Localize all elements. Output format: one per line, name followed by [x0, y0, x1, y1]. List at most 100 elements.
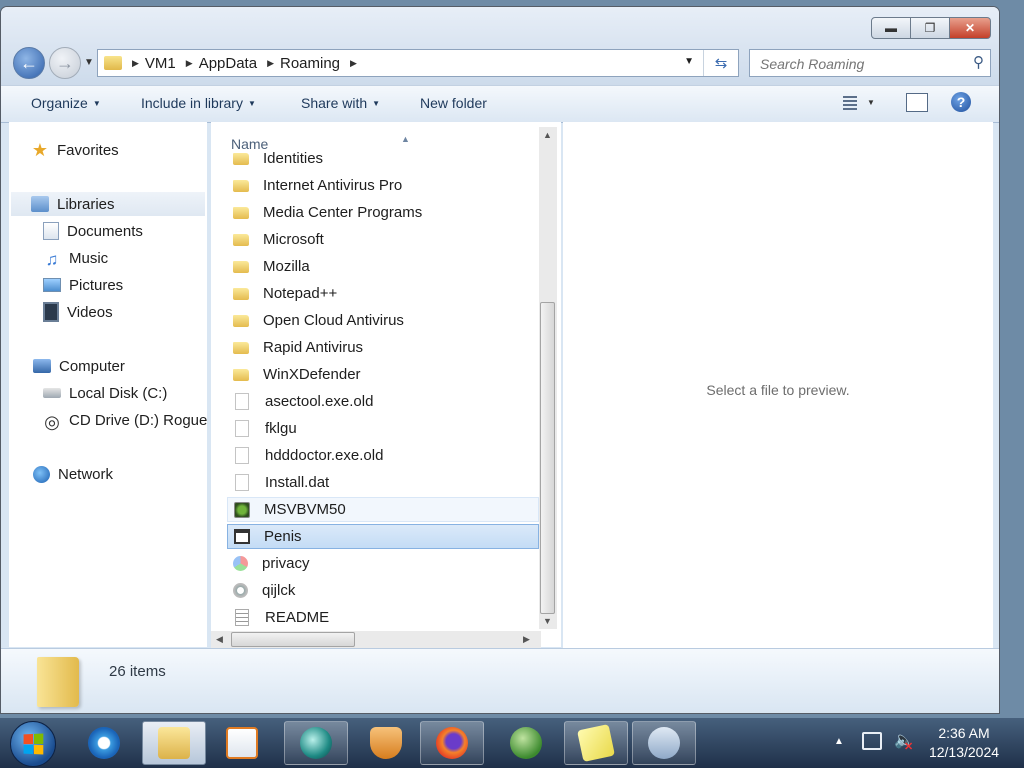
- back-button[interactable]: ←: [13, 47, 45, 79]
- search-box[interactable]: ⚲: [749, 49, 991, 77]
- scroll-left-icon[interactable]: ◀: [216, 634, 223, 645]
- file-row[interactable]: Notepad++: [227, 281, 539, 306]
- scroll-down-icon[interactable]: ▼: [543, 616, 552, 626]
- folder-icon: [233, 233, 249, 246]
- nav-music[interactable]: ♫ Music: [43, 246, 109, 270]
- dropdown-arrow-icon: ▼: [92, 99, 101, 108]
- breadcrumb-chevron-icon[interactable]: ▶: [132, 58, 139, 69]
- file-row[interactable]: Internet Antivirus Pro: [227, 173, 539, 198]
- start-button[interactable]: [10, 721, 56, 767]
- search-icon[interactable]: ⚲: [973, 53, 984, 71]
- nav-favorites[interactable]: ★ Favorites: [31, 138, 119, 162]
- show-hidden-icons-icon[interactable]: ▲: [834, 736, 844, 747]
- taskbar-sticky-notes[interactable]: [564, 721, 628, 765]
- windows-explorer-icon: [158, 727, 190, 759]
- file-row[interactable]: fklgu: [227, 416, 539, 441]
- sticky-notes-icon: [577, 724, 615, 762]
- installer-icon: [648, 727, 680, 759]
- change-view-icon[interactable]: [837, 94, 857, 112]
- vertical-scrollbar[interactable]: ▲ ▼: [539, 127, 557, 629]
- taskbar-installer[interactable]: [632, 721, 696, 765]
- close-button[interactable]: ✕: [950, 17, 991, 39]
- taskbar-windows-app[interactable]: [494, 721, 558, 765]
- command-bar: Organize ▼ Include in library ▼ Share with…: [1, 85, 999, 123]
- preview-pane-icon[interactable]: [906, 93, 928, 112]
- breadcrumb-roaming[interactable]: Roaming: [280, 55, 340, 72]
- clock[interactable]: 2:36 AM 12/13/2024: [924, 724, 1004, 762]
- file-row[interactable]: Media Center Programs: [227, 200, 539, 225]
- muted-x-icon: ✕: [904, 741, 914, 753]
- file-row[interactable]: Open Cloud Antivirus: [227, 308, 539, 333]
- file-name: MSVBVM50: [264, 501, 346, 518]
- file-row[interactable]: qijlck: [227, 578, 539, 603]
- minimize-button[interactable]: ▬: [871, 17, 911, 39]
- music-icon: ♫: [45, 250, 59, 269]
- folder-icon: [233, 341, 249, 354]
- nav-cd-drive[interactable]: ◎ CD Drive (D:) Rogue: [43, 408, 208, 433]
- taskbar-chat-app[interactable]: [284, 721, 348, 765]
- breadcrumb-chevron-icon[interactable]: ▶: [267, 58, 274, 69]
- nav-documents[interactable]: Documents: [43, 219, 143, 243]
- file-row[interactable]: Rapid Antivirus: [227, 335, 539, 360]
- new-folder-button[interactable]: New folder: [420, 95, 487, 111]
- file-row[interactable]: asectool.exe.old: [227, 389, 539, 414]
- taskbar-internet-explorer[interactable]: [72, 721, 136, 765]
- dropdown-arrow-icon: ▼: [247, 99, 256, 108]
- file-row[interactable]: Microsoft: [227, 227, 539, 252]
- include-in-library-button[interactable]: Include in library ▼: [141, 95, 256, 111]
- address-dropdown-icon[interactable]: ▼: [684, 56, 694, 67]
- file-row[interactable]: privacy: [227, 551, 539, 576]
- close-icon: ✕: [964, 21, 976, 35]
- refresh-button[interactable]: ⇆: [703, 50, 738, 76]
- nav-computer[interactable]: Computer: [33, 354, 125, 378]
- nav-network[interactable]: Network: [33, 462, 113, 486]
- vertical-scroll-thumb[interactable]: [540, 302, 555, 614]
- taskbar-windows-explorer[interactable]: [142, 721, 206, 765]
- internet-explorer-icon: [88, 727, 120, 759]
- search-input[interactable]: [758, 52, 962, 76]
- address-bar[interactable]: ▶ VM1 ▶ AppData ▶ Roaming ▶ ▼ ⇆: [97, 49, 739, 77]
- taskbar-firefox[interactable]: [420, 721, 484, 765]
- navigation-bar: ← → ▼ ▶ VM1 ▶ AppData ▶ Roaming ▶ ▼ ⇆ ⚲: [11, 47, 991, 79]
- breadcrumb-chevron-icon[interactable]: ▶: [350, 58, 357, 69]
- forward-arrow-icon: →: [56, 52, 74, 73]
- horizontal-scrollbar[interactable]: ◀ ▶: [211, 631, 541, 649]
- maximize-button[interactable]: ❐: [911, 17, 950, 39]
- scroll-right-icon[interactable]: ▶: [523, 634, 530, 645]
- file-row[interactable]: Mozilla: [227, 254, 539, 279]
- horizontal-scroll-thumb[interactable]: [231, 632, 355, 647]
- scroll-up-icon[interactable]: ▲: [543, 130, 552, 140]
- nav-local-disk[interactable]: Local Disk (C:): [43, 381, 167, 405]
- share-with-label: Share with: [301, 95, 368, 111]
- network-status-icon[interactable]: [862, 732, 882, 750]
- view-options-dropdown-icon[interactable]: ▼: [867, 98, 875, 107]
- clock-date: 12/13/2024: [928, 744, 1000, 760]
- taskbar-media-player[interactable]: [210, 721, 274, 765]
- organize-button[interactable]: Organize ▼: [31, 95, 101, 111]
- nav-pictures[interactable]: Pictures: [43, 273, 123, 297]
- file-icon: [235, 447, 249, 464]
- file-row-partial[interactable]: Identities: [227, 146, 539, 171]
- breadcrumb-chevron-icon[interactable]: ▶: [186, 58, 193, 69]
- nav-favorites-label: Favorites: [57, 141, 119, 159]
- breadcrumb-vm1[interactable]: VM1: [145, 55, 176, 72]
- file-row[interactable]: README: [227, 605, 539, 630]
- help-icon[interactable]: ?: [951, 92, 971, 112]
- file-row[interactable]: MSVBVM50: [227, 497, 539, 522]
- nav-libraries[interactable]: Libraries: [11, 192, 205, 216]
- folder-icon: [233, 287, 249, 300]
- nav-pictures-label: Pictures: [69, 276, 124, 294]
- forward-button[interactable]: →: [49, 47, 81, 79]
- taskbar-antivirus[interactable]: [354, 721, 418, 765]
- recent-pages-dropdown[interactable]: ▼: [84, 57, 94, 68]
- item-count: 26 items: [109, 663, 166, 680]
- taskbar: ▲ 🔈 ✕ 2:36 AM 12/13/2024: [0, 718, 1024, 768]
- nav-cd-drive-label: CD Drive (D:) Rogue: [69, 411, 208, 429]
- file-row[interactable]: WinXDefender: [227, 362, 539, 387]
- file-row[interactable]: hdddoctor.exe.old: [227, 443, 539, 468]
- breadcrumb-appdata[interactable]: AppData: [199, 55, 257, 72]
- file-row[interactable]: Install.dat: [227, 470, 539, 495]
- share-with-button[interactable]: Share with ▼: [301, 95, 380, 111]
- nav-videos[interactable]: Videos: [43, 300, 113, 324]
- file-row[interactable]: Penis: [227, 524, 539, 549]
